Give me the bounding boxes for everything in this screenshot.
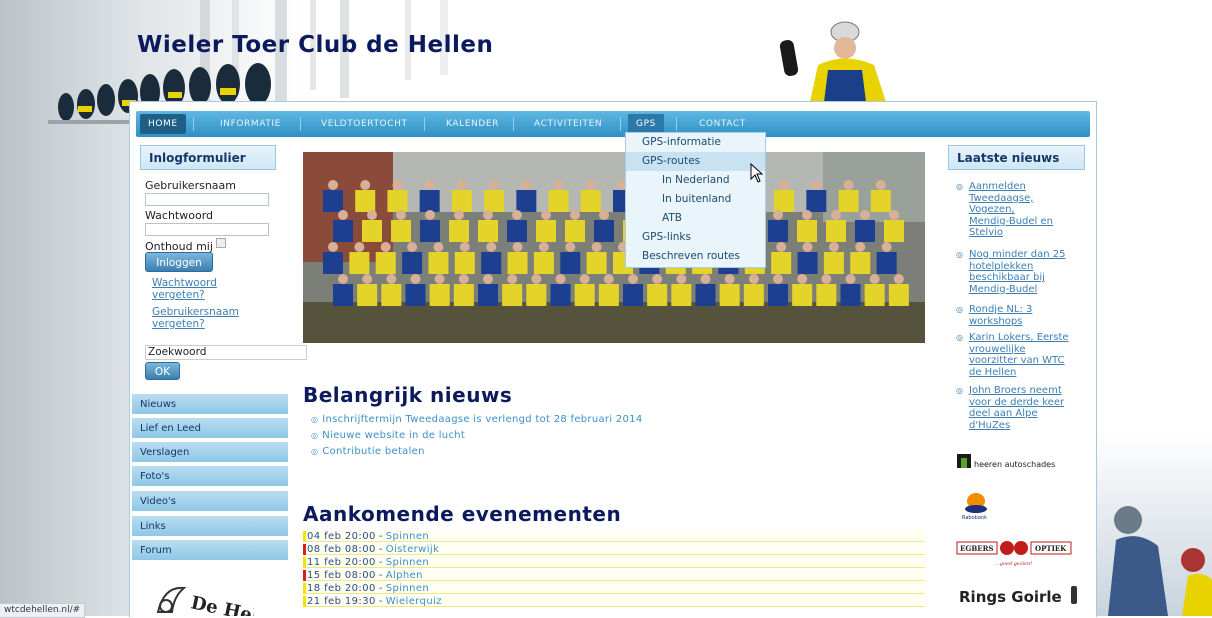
sidebar-item-verslagen[interactable]: Verslagen: [132, 442, 288, 463]
important-news-item[interactable]: ◎ Inschrijftermijn Tweedaagse is verlengd…: [311, 414, 643, 425]
event-color-marker: [303, 557, 306, 568]
menu-item-gps-informatie[interactable]: GPS-informatie: [626, 133, 765, 152]
sidebar-item-forum[interactable]: Forum: [132, 540, 288, 561]
bullet-icon: ◎: [311, 415, 319, 424]
bullet-icon: ◎: [956, 386, 963, 395]
forgot-password-link-line2[interactable]: vergeten?: [152, 289, 205, 301]
latest-news-item[interactable]: ◎ John Broers neemt voor de derde keer dee…: [956, 385, 1080, 431]
svg-text:De Hel: De Hel: [189, 592, 254, 616]
svg-text:...goed gezien!: ...goed gezien!: [995, 561, 1032, 567]
bullet-icon: ◎: [956, 250, 963, 259]
event-color-marker: [303, 531, 306, 542]
bullet-icon: ◎: [956, 182, 963, 191]
forgot-username-link-line1[interactable]: Gebruikersnaam: [152, 306, 239, 318]
site-title: Wieler Toer Club de Hellen: [137, 32, 494, 58]
bullet-icon: ◎: [956, 305, 963, 314]
sponsor-heeren-logo[interactable]: heeren autoschades: [955, 452, 1080, 472]
club-group-photo: [303, 152, 925, 343]
sponsor-egbers-optiek-logo[interactable]: EGBERS OPTIEK ...goed gezien!: [955, 538, 1080, 570]
svg-text:OPTIEK: OPTIEK: [1035, 544, 1067, 553]
password-field[interactable]: [145, 223, 269, 236]
important-news-heading: Belangrijk nieuws: [303, 383, 513, 407]
mouse-cursor-icon: [750, 163, 764, 183]
latest-news-heading: Laatste nieuws: [948, 145, 1085, 170]
event-row[interactable]: 15 feb 08:00 - Alphen: [303, 570, 925, 581]
menu-item-atb[interactable]: ATB: [626, 209, 765, 228]
nav-contact[interactable]: CONTACT: [691, 114, 754, 134]
header-rider-photo: [779, 21, 886, 102]
sidebar-item-links[interactable]: Links: [132, 516, 288, 537]
forgot-username-link-line2[interactable]: vergeten?: [152, 318, 205, 330]
login-heading: Inlogformulier: [140, 145, 276, 170]
nav-divider: [620, 117, 621, 131]
event-row[interactable]: 21 feb 19:30 - Wielerquiz: [303, 596, 925, 607]
nav-divider: [193, 117, 194, 131]
menu-item-in-nederland[interactable]: In Nederland: [626, 171, 765, 190]
nav-kalender[interactable]: KALENDER: [438, 114, 507, 134]
nav-divider: [513, 117, 514, 131]
nav-veldtoertocht[interactable]: VELDTOERTOCHT: [313, 114, 416, 134]
gps-dropdown-menu: GPS-informatie GPS-routes In Nederland I…: [625, 132, 766, 268]
nav-home[interactable]: HOME: [140, 114, 186, 134]
password-label: Wachtwoord: [145, 209, 214, 222]
remember-me-checkbox[interactable]: [216, 238, 226, 248]
important-news-item[interactable]: ◎ Contributie betalen: [311, 446, 425, 457]
bullet-icon: ◎: [311, 447, 319, 456]
sidebar-item-fotos[interactable]: Foto's: [132, 466, 288, 487]
event-row[interactable]: 08 feb 08:00 - Oisterwijk: [303, 544, 925, 555]
upcoming-events-heading: Aankomende evenementen: [303, 502, 622, 526]
nav-gps[interactable]: GPS: [628, 114, 664, 134]
sidebar-item-videos[interactable]: Video's: [132, 491, 288, 512]
search-ok-button[interactable]: OK: [145, 362, 180, 380]
event-row[interactable]: 18 feb 20:00 - Spinnen: [303, 583, 925, 594]
sponsor-rabobank-logo[interactable]: Rabobank: [960, 487, 1000, 521]
sidebar-item-nieuws[interactable]: Nieuws: [132, 394, 288, 415]
important-news-item[interactable]: ◎ Nieuwe website in de lucht: [311, 430, 465, 441]
menu-item-gps-routes[interactable]: GPS-routes: [626, 152, 765, 171]
svg-text:heeren autoschades: heeren autoschades: [974, 460, 1055, 469]
login-button[interactable]: Inloggen: [145, 252, 213, 272]
event-color-marker: [303, 570, 306, 581]
nav-divider: [676, 117, 677, 131]
nav-activiteiten[interactable]: ACTIVITEITEN: [526, 114, 610, 134]
username-label: Gebruikersnaam: [145, 179, 236, 192]
search-input[interactable]: Zoekwoord: [145, 345, 307, 360]
sidebar-item-lief-en-leed[interactable]: Lief en Leed: [132, 418, 288, 439]
event-row[interactable]: 04 feb 20:00 - Spinnen: [303, 531, 925, 542]
latest-news-item[interactable]: ◎ Aanmelden Tweedaagse, Vogezen, Mendig-Bud…: [956, 181, 1080, 239]
menu-item-gps-links[interactable]: GPS-links: [626, 228, 765, 247]
event-color-marker: [303, 583, 306, 594]
forgot-password-link-line1[interactable]: Wachtwoord: [152, 277, 217, 289]
event-row[interactable]: 11 feb 20:00 - Spinnen: [303, 557, 925, 568]
nav-divider: [424, 117, 425, 131]
latest-news-item[interactable]: ◎ Karin Lokers, Eerste vrouwelijke voorzit…: [956, 332, 1080, 378]
svg-text:Rabobank: Rabobank: [962, 515, 987, 521]
bullet-icon: ◎: [311, 431, 319, 440]
club-logo: De Hel: [156, 586, 254, 616]
latest-news-item[interactable]: ◎ Rondje NL: 3 workshops: [956, 304, 1080, 327]
svg-text:Rings Goirle: Rings Goirle: [959, 588, 1062, 606]
menu-item-in-buitenland[interactable]: In buitenland: [626, 190, 765, 209]
nav-divider: [300, 117, 301, 131]
username-field[interactable]: [145, 193, 269, 206]
background-rider-photo: [1108, 506, 1212, 616]
bullet-icon: ◎: [956, 333, 963, 342]
main-navigation: HOME INFORMATIE VELDTOERTOCHT KALENDER A…: [136, 111, 1090, 137]
event-color-marker: [303, 596, 306, 607]
menu-item-beschreven-routes[interactable]: Beschreven routes: [626, 247, 765, 266]
latest-news-item[interactable]: ◎ Nog minder dan 25 hotelplekken beschikba…: [956, 249, 1080, 295]
event-color-marker: [303, 544, 306, 555]
svg-text:EGBERS: EGBERS: [960, 544, 993, 553]
nav-informatie[interactable]: INFORMATIE: [212, 114, 289, 134]
sponsor-rings-goirle-logo[interactable]: Rings Goirle: [955, 580, 1080, 610]
